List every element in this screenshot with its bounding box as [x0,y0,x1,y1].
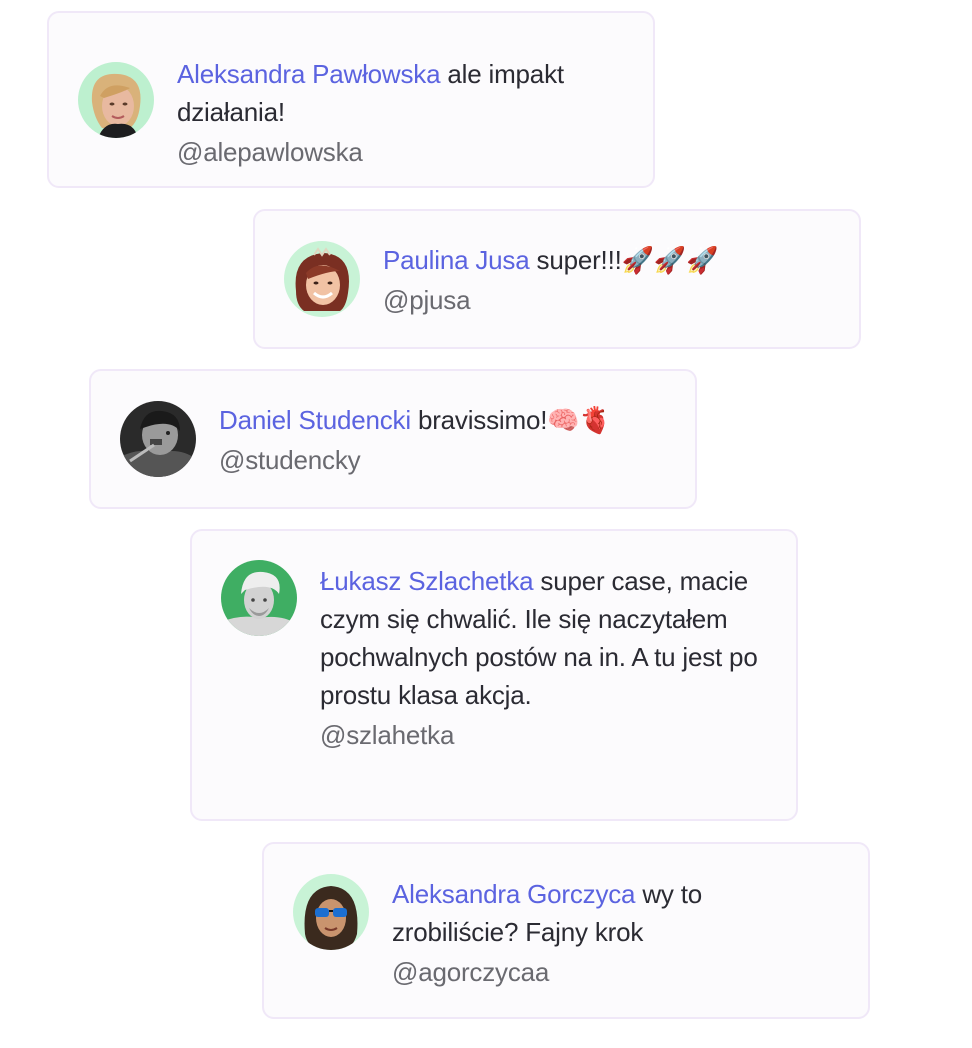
avatar[interactable] [221,560,297,636]
comment-text: Aleksandra Pawłowska ale impakt działani… [177,55,627,171]
author-handle[interactable]: @studencky [219,441,669,479]
comment-text: Łukasz Szlachetka super case, macie czym… [320,562,760,754]
author-name[interactable]: Daniel Studencki [219,405,411,435]
avatar[interactable] [78,62,154,138]
author-handle[interactable]: @szlahetka [320,716,760,754]
comment-message: bravissimo!🧠🫀 [417,405,612,435]
author-name[interactable]: Paulina Jusa [383,245,530,275]
comment-card: Daniel Studencki bravissimo!🧠🫀 @studencky [89,369,697,509]
comment-card: Aleksandra Pawłowska ale impakt działani… [47,11,655,188]
comment-card: Łukasz Szlachetka super case, macie czym… [190,529,798,821]
comment-card: Aleksandra Gorczyca wy to zrobiliście? F… [262,842,870,1019]
author-name[interactable]: Aleksandra Gorczyca [392,879,636,909]
author-handle[interactable]: @agorczycaa [392,953,752,991]
author-handle[interactable]: @pjusa [383,281,833,319]
comment-card: Paulina Jusa super!!!🚀🚀🚀 @pjusa [253,209,861,349]
author-name[interactable]: Łukasz Szlachetka [320,566,534,596]
author-handle[interactable]: @alepawlowska [177,133,627,171]
author-name[interactable]: Aleksandra Pawłowska [177,59,441,89]
avatar[interactable] [120,401,196,477]
comment-text: Daniel Studencki bravissimo!🧠🫀 @studencky [219,401,669,479]
avatar[interactable] [284,241,360,317]
comment-text: Paulina Jusa super!!!🚀🚀🚀 @pjusa [383,241,833,319]
comment-message: super!!!🚀🚀🚀 [536,245,719,275]
comment-text: Aleksandra Gorczyca wy to zrobiliście? F… [392,875,752,991]
comment-list: Aleksandra Pawłowska ale impakt działani… [0,0,972,1048]
avatar[interactable] [293,874,369,950]
